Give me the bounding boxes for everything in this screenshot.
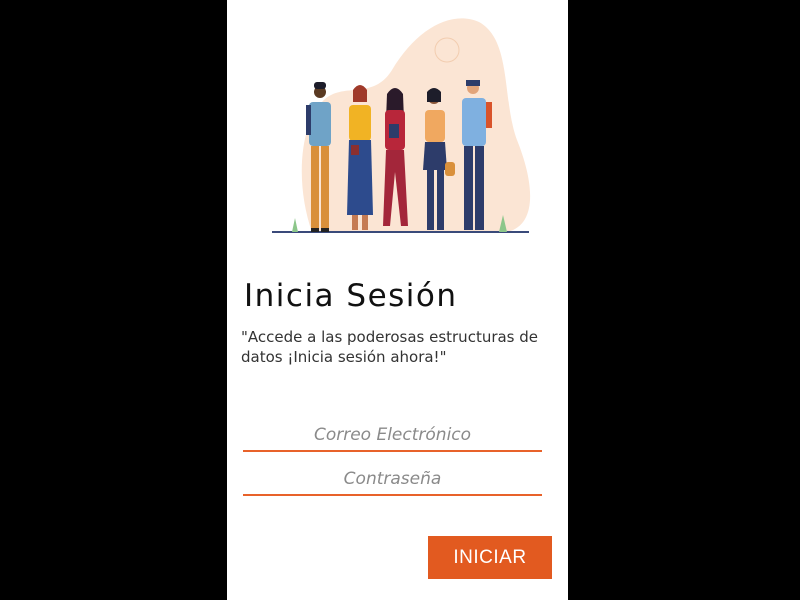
login-screen: Inicia Sesión "Accede a las poderosas es… bbox=[227, 0, 568, 600]
page-subtitle: "Accede a las poderosas estructuras de d… bbox=[241, 328, 539, 366]
password-field[interactable] bbox=[243, 464, 542, 496]
login-button[interactable]: INICIAR bbox=[428, 536, 552, 579]
email-field[interactable] bbox=[243, 420, 542, 452]
page-title: Inicia Sesión bbox=[244, 278, 458, 314]
people-group-illustration bbox=[272, 18, 531, 233]
